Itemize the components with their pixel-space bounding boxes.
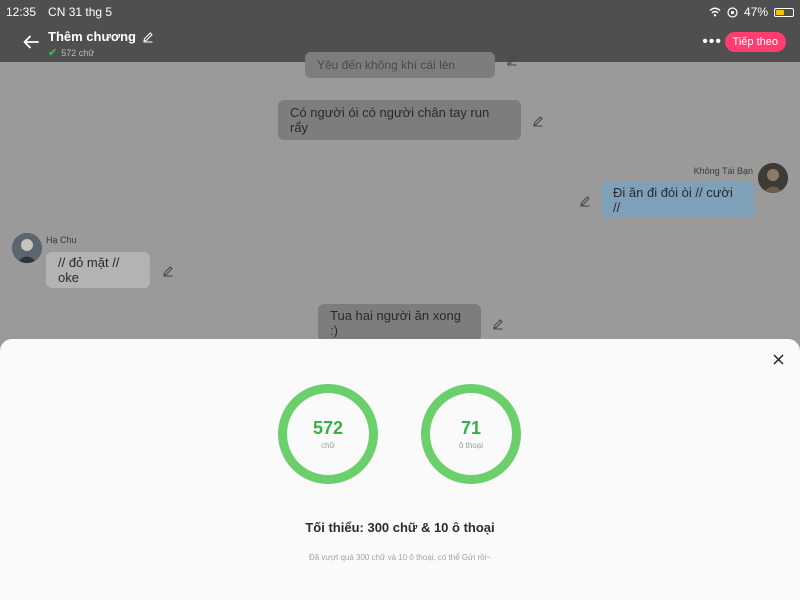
word-count: 572 chữ (61, 47, 95, 58)
word-count-ring: 572 chữ (278, 384, 378, 484)
check-icon: ✔ (48, 47, 58, 59)
message-bubble-partial[interactable]: Yêu đến không khí cái lén (305, 52, 495, 78)
pencil-icon[interactable] (162, 265, 174, 277)
pencil-icon[interactable] (506, 54, 518, 66)
status-bar: 12:35 CN 31 thg 5 47% (0, 0, 800, 24)
pencil-icon[interactable] (532, 115, 544, 127)
chapter-title-area: Thêm chương ✔ 572 chữ (48, 29, 154, 59)
sender-name: Hạ Chu (46, 235, 77, 245)
dialog-count-ring: 71 ô thoại (421, 384, 521, 484)
battery-percent: 47% (743, 5, 768, 19)
page-title: Thêm chương (48, 29, 136, 44)
message-bubble[interactable]: Có người ói có người chân tay run rẩy (278, 100, 521, 140)
pencil-icon[interactable] (579, 195, 591, 207)
pencil-icon[interactable] (492, 318, 504, 330)
back-button[interactable] (20, 31, 42, 53)
wifi-icon (709, 7, 721, 17)
pencil-icon[interactable] (142, 31, 154, 43)
close-icon (772, 353, 784, 365)
screen: 12:35 CN 31 thg 5 47% Thêm chương ✔ 572 … (0, 0, 800, 600)
word-count-value: 572 (312, 418, 344, 438)
person-icon (758, 163, 788, 193)
more-options-icon[interactable]: ••• (702, 33, 722, 51)
location-icon (727, 6, 738, 18)
avatar[interactable] (12, 233, 42, 263)
message-bubble[interactable]: // đỏ mặt // oke (46, 252, 150, 288)
message-bubble[interactable]: Tua hai người ăn xong :) (318, 304, 481, 342)
dialog-count-unit: ô thoại (458, 441, 484, 450)
status-time: 12:35 (6, 5, 37, 19)
next-button[interactable]: Tiếp theo (724, 32, 786, 52)
dialog-count-value: 71 (460, 418, 482, 438)
message-bubble[interactable]: Đi ăn đi đói òi // cười // (601, 182, 754, 218)
person-icon (12, 233, 42, 263)
avatar[interactable] (758, 163, 788, 193)
word-count-unit: chữ (321, 441, 335, 450)
sender-name: Không Tái Bạn (693, 166, 753, 176)
stats-sheet: 572 chữ 71 ô thoại Tối thiểu: 300 chữ & … (0, 339, 800, 600)
battery-icon (774, 7, 794, 17)
status-note: Đã vượt quá 300 chữ và 10 ô thoại, có th… (308, 553, 492, 562)
minimum-requirement: Tối thiểu: 300 chữ & 10 ô thoại (305, 520, 495, 535)
arrow-left-icon (23, 35, 39, 49)
status-date: CN 31 thg 5 (48, 5, 113, 19)
close-button[interactable] (770, 351, 786, 367)
